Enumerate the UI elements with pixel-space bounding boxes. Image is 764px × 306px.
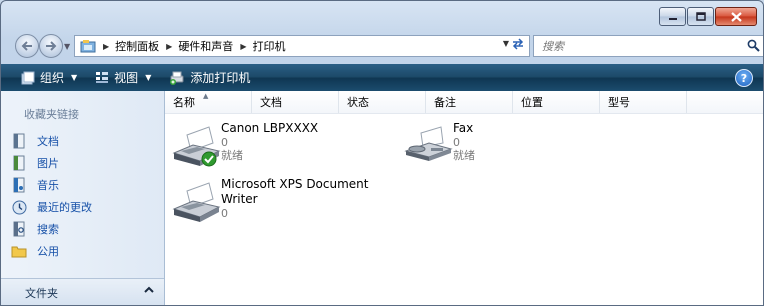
refresh-button[interactable] <box>509 35 527 53</box>
column-header-label: 型号 <box>608 96 630 109</box>
recent-pages-dropdown[interactable]: ▼ <box>64 42 70 51</box>
searches-icon <box>13 221 25 237</box>
search-box[interactable] <box>533 35 763 57</box>
breadcrumb-printers[interactable]: 打印机 <box>252 38 285 54</box>
music-icon <box>13 177 25 193</box>
breadcrumb-arrow-icon[interactable]: ▶ <box>240 42 246 51</box>
add-printer-icon <box>170 71 184 85</box>
file-list: 名称 ▲ 文档 状态 备注 位置 型号 Canon LBPXXXX 0 就绪 F… <box>165 91 763 305</box>
breadcrumb-hardware-sound[interactable]: 硬件和声音 <box>178 38 233 54</box>
printer-item-canon[interactable]: Canon LBPXXXX 0 就绪 <box>171 121 318 171</box>
nav-link-label: 公用 <box>37 245 59 258</box>
printer-status: 就绪 <box>221 149 243 162</box>
printer-icon <box>171 121 221 171</box>
breadcrumb-control-panel[interactable]: 控制面板 <box>115 38 159 54</box>
favorite-links-heading: 收藏夹链接 <box>24 108 79 121</box>
printer-name: Fax <box>453 121 474 135</box>
pictures-icon <box>13 155 25 171</box>
back-button[interactable] <box>15 34 39 58</box>
views-icon <box>96 72 109 83</box>
close-icon <box>730 11 742 22</box>
printer-name: Canon LBPXXXX <box>221 121 319 135</box>
control-panel-icon <box>80 40 96 53</box>
views-label: 视图 <box>114 71 139 85</box>
search-icon[interactable] <box>747 39 760 52</box>
explorer-window: ▼ ▶ 控制面板 ▶ 硬件和声音 ▶ 打印机 ▼ 搜索 组织 ▼ 视图 ▼ 添加… <box>0 0 764 306</box>
chevron-up-icon[interactable] <box>144 286 154 294</box>
printer-item-xps-writer[interactable]: Microsoft XPS Document Writer 0 <box>171 177 368 227</box>
command-bar: 组织 ▼ 视图 ▼ 添加打印机 ? <box>1 64 763 91</box>
column-header-documents[interactable]: 文档 <box>252 91 339 113</box>
organize-button[interactable]: 组织 ▼ <box>15 64 83 91</box>
caption-buttons <box>659 7 757 26</box>
search-input[interactable] <box>540 38 734 54</box>
sort-ascending-icon: ▲ <box>203 92 209 100</box>
folders-bar[interactable]: 文件夹 <box>1 278 164 305</box>
column-header-filler <box>687 91 763 113</box>
refresh-icon <box>512 38 524 50</box>
column-header-location[interactable]: 位置 <box>513 91 600 113</box>
nav-link-searches[interactable]: 搜索 <box>11 218 92 240</box>
nav-link-label: 最近的更改 <box>37 201 92 214</box>
column-header-label: 备注 <box>434 96 456 109</box>
printer-name: Microsoft XPS Document <box>221 177 369 191</box>
views-button[interactable]: 视图 ▼ <box>89 64 157 91</box>
printer-icon <box>171 177 221 227</box>
printer-doc-count: 0 <box>221 136 228 149</box>
column-header-name[interactable]: 名称 ▲ <box>165 91 252 113</box>
nav-link-label: 音乐 <box>37 179 59 192</box>
nav-link-label: 图片 <box>37 157 59 170</box>
nav-link-documents[interactable]: 文档 <box>11 130 92 152</box>
printer-doc-count: 0 <box>221 207 228 220</box>
nav-link-public[interactable]: 公用 <box>11 240 92 262</box>
nav-link-recent-changes[interactable]: 最近的更改 <box>11 196 92 218</box>
minimize-button[interactable] <box>659 7 686 26</box>
nav-link-pictures[interactable]: 图片 <box>11 152 92 174</box>
close-button[interactable] <box>715 7 757 26</box>
column-header-status[interactable]: 状态 <box>339 91 426 113</box>
organize-icon <box>21 71 35 84</box>
column-header-label: 位置 <box>521 96 543 109</box>
views-dropdown-icon: ▼ <box>145 73 152 82</box>
forward-button[interactable] <box>39 34 63 58</box>
favorite-links-list: 文档 图片 音乐 最近的更改 搜索 公用 <box>11 130 92 262</box>
public-folder-icon <box>11 246 27 258</box>
add-printer-label: 添加打印机 <box>190 71 251 85</box>
minimize-icon <box>668 17 677 20</box>
address-row: ▼ ▶ 控制面板 ▶ 硬件和声音 ▶ 打印机 ▼ <box>1 32 763 60</box>
navigation-pane: 收藏夹链接 文档 图片 音乐 最近的更改 搜索 公用 文件夹 <box>1 91 165 305</box>
breadcrumb-arrow-icon[interactable]: ▶ <box>103 42 109 51</box>
organize-dropdown-icon: ▼ <box>71 73 78 82</box>
printer-status: 就绪 <box>453 149 475 162</box>
nav-link-music[interactable]: 音乐 <box>11 174 92 196</box>
column-header-label: 名称 <box>173 96 195 109</box>
help-button[interactable]: ? <box>735 69 753 87</box>
recent-changes-icon <box>12 200 26 214</box>
column-header-comments[interactable]: 备注 <box>426 91 513 113</box>
printer-item-fax[interactable]: Fax 0 就绪 <box>403 121 475 171</box>
column-header-model[interactable]: 型号 <box>600 91 687 113</box>
breadcrumb: ▶ 控制面板 ▶ 硬件和声音 ▶ 打印机 <box>96 38 285 54</box>
organize-label: 组织 <box>40 71 65 85</box>
breadcrumb-arrow-icon[interactable]: ▶ <box>166 42 172 51</box>
maximize-button[interactable] <box>687 7 714 26</box>
nav-link-label: 文档 <box>37 135 59 148</box>
column-headers: 名称 ▲ 文档 状态 备注 位置 型号 <box>165 91 763 114</box>
forward-arrow-icon <box>46 41 57 51</box>
nav-link-label: 搜索 <box>37 223 59 236</box>
address-bar[interactable]: ▶ 控制面板 ▶ 硬件和声音 ▶ 打印机 ▼ <box>74 35 530 57</box>
column-header-label: 状态 <box>347 96 369 109</box>
add-printer-button[interactable]: 添加打印机 <box>163 64 256 91</box>
default-printer-check-icon <box>201 151 217 167</box>
folders-label: 文件夹 <box>25 286 58 300</box>
printer-doc-count: 0 <box>453 136 460 149</box>
fax-icon <box>403 121 453 171</box>
back-arrow-icon <box>21 41 32 51</box>
printer-name-continued: Writer <box>221 192 258 206</box>
column-header-label: 文档 <box>260 96 282 109</box>
maximize-icon <box>695 12 706 21</box>
documents-icon <box>13 133 25 149</box>
